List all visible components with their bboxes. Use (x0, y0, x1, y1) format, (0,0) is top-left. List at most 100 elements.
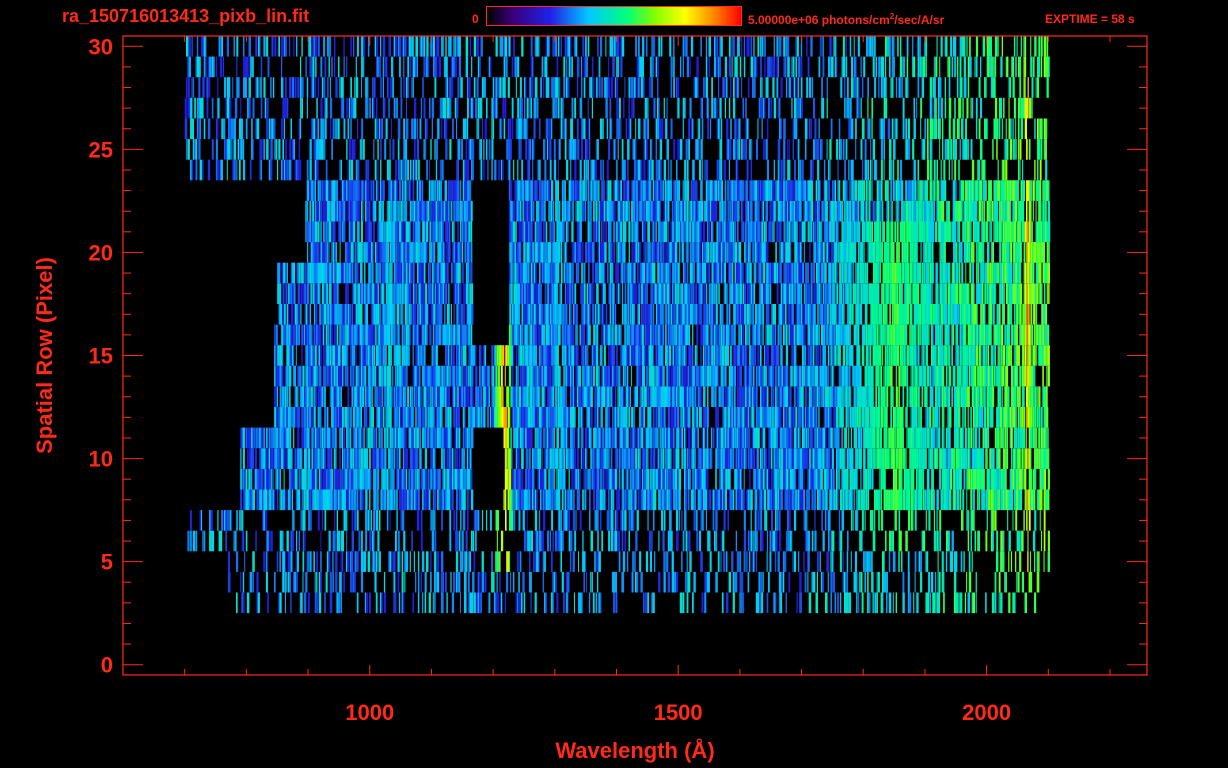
heatmap-cell (432, 407, 435, 428)
heatmap-cell (636, 510, 639, 531)
heatmap-cell (518, 324, 520, 346)
heatmap-cell (316, 427, 318, 449)
heatmap-cell (543, 510, 546, 531)
heatmap-cell (928, 448, 930, 469)
heatmap-cell (952, 448, 955, 469)
heatmap-cell (939, 345, 941, 366)
heatmap-cell (994, 345, 996, 366)
heatmap-cell (1017, 448, 1021, 469)
heatmap-cell (365, 407, 368, 428)
heatmap-cell (202, 530, 204, 552)
heatmap-cell (860, 427, 863, 449)
heatmap-cell (530, 427, 533, 449)
heatmap-cell (572, 365, 574, 387)
heatmap-cell (1023, 510, 1025, 531)
heatmap-cell (933, 489, 935, 511)
heatmap-cell (313, 386, 315, 407)
heatmap-cell (806, 448, 808, 469)
heatmap-cell (1018, 530, 1021, 552)
heatmap-cell (394, 592, 397, 614)
heatmap-cell (430, 386, 432, 407)
heatmap-cell (245, 427, 247, 449)
heatmap-cell (677, 571, 679, 593)
heatmap-cell (549, 468, 552, 490)
heatmap-cell (882, 407, 884, 428)
heatmap-cell (728, 448, 730, 469)
heatmap-cell (947, 345, 949, 366)
heatmap-cell (693, 407, 695, 428)
heatmap-cell (921, 386, 924, 407)
heatmap-cell (732, 365, 735, 387)
heatmap-cell (756, 530, 758, 552)
heatmap-cell (443, 324, 446, 346)
heatmap-cell (784, 324, 786, 346)
heatmap-cell (472, 530, 475, 552)
heatmap-cell (1035, 345, 1037, 366)
heatmap-cell (378, 345, 381, 366)
heatmap-cell (287, 386, 289, 407)
heatmap-cell (887, 427, 889, 449)
heatmap-cell (336, 386, 338, 407)
heatmap-cell (469, 345, 471, 366)
heatmap-cell (985, 592, 987, 614)
heatmap-cell (750, 510, 752, 531)
heatmap-cell (540, 427, 542, 449)
heatmap-cell (366, 427, 368, 449)
heatmap-cell (324, 365, 327, 387)
heatmap-cell (852, 448, 854, 469)
heatmap-cell (924, 489, 927, 511)
heatmap-cell (906, 365, 909, 387)
heatmap-cell (369, 448, 371, 469)
heatmap-cell (779, 365, 781, 387)
heatmap-cell (670, 386, 672, 407)
heatmap-cell (445, 407, 447, 428)
heatmap-cell (597, 386, 599, 407)
heatmap-cell (860, 571, 863, 593)
heatmap-cell (519, 592, 521, 614)
heatmap-cell (928, 468, 930, 490)
heatmap-cell (503, 489, 505, 511)
heatmap-cell (750, 365, 752, 387)
heatmap-cell (362, 386, 365, 407)
heatmap-cell (647, 324, 649, 346)
heatmap-cell (495, 551, 497, 572)
heatmap-cell (639, 551, 642, 572)
heatmap-cell (570, 530, 573, 552)
heatmap-cell (932, 365, 934, 387)
heatmap-cell (815, 448, 818, 469)
heatmap-cell (776, 510, 778, 531)
heatmap-cell (692, 427, 694, 449)
heatmap-cell (826, 510, 828, 531)
heatmap-cell (704, 386, 706, 407)
heatmap-cell (599, 427, 601, 449)
heatmap-cell (1024, 592, 1027, 614)
heatmap-cell (845, 427, 848, 449)
heatmap-cell (291, 489, 293, 511)
heatmap-cell (530, 530, 534, 552)
heatmap-cell (753, 365, 755, 387)
heatmap-cell (883, 324, 885, 346)
heatmap-cell (557, 407, 560, 428)
heatmap-cell (352, 407, 356, 428)
heatmap-cell (491, 345, 494, 366)
heatmap-cell (382, 407, 385, 428)
heatmap-cell (327, 365, 329, 387)
heatmap-cell (578, 551, 579, 572)
heatmap-cell (804, 386, 806, 407)
heatmap-cell (723, 345, 725, 366)
heatmap-cell (982, 468, 985, 490)
heatmap-cell (578, 386, 580, 407)
heatmap-cell (724, 365, 727, 387)
heatmap-cell (662, 345, 664, 366)
heatmap-cell (276, 324, 279, 346)
heatmap-cell (895, 448, 899, 469)
heatmap-cell (579, 365, 582, 387)
heatmap-cell (991, 592, 995, 614)
heatmap-cell (389, 510, 391, 531)
heatmap-cell (867, 489, 870, 511)
heatmap-cell (781, 365, 784, 387)
heatmap-cell (860, 530, 863, 552)
heatmap-cell (556, 324, 558, 346)
heatmap-cell (415, 345, 417, 366)
heatmap-cell (280, 489, 283, 511)
